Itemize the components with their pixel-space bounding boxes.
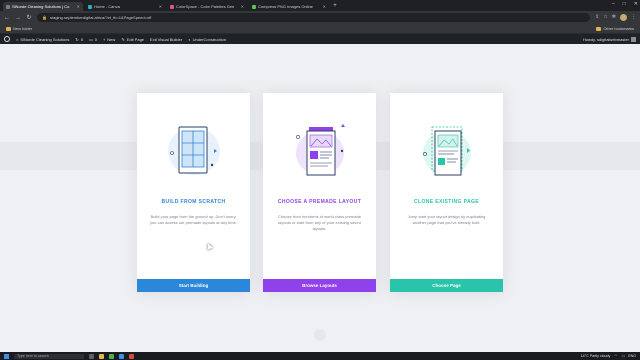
home-icon: ⌂ xyxy=(16,36,19,42)
taskbar-search-input[interactable]: Type here to search xyxy=(14,353,84,359)
browser-tab[interactable]: Compress PNG Images Online ✕ xyxy=(249,2,329,11)
chrome-icon[interactable] xyxy=(109,353,114,359)
card-title: CHOOSE A PREMADE LAYOUT xyxy=(277,199,362,205)
card-description: Choose from hundreds of world-class prem… xyxy=(277,214,362,232)
browser-tab[interactable]: Home - Canva ✕ xyxy=(85,2,165,11)
toolbar-icons: ⇪ ☆ ✲ ⋮ xyxy=(595,14,636,21)
clone-page-card[interactable]: CLONE EXISTING PAGE Jump start your layo… xyxy=(390,93,503,292)
card-description: Jump start your layout design by duplica… xyxy=(407,214,486,226)
browser-tab-strip: SiNorde Cleaning Solutions | Co ✕ Home -… xyxy=(0,0,640,11)
clone-page-illustration-icon xyxy=(422,126,471,176)
comments-count: 0 xyxy=(94,36,97,42)
volume-icon[interactable]: ◁ xyxy=(621,354,624,358)
forward-icon[interactable]: → xyxy=(15,15,21,21)
new-label: New xyxy=(107,36,116,42)
browser-tab[interactable]: SiNorde Cleaning Solutions | Co ✕ xyxy=(3,2,83,11)
bookmark-other[interactable]: Other bookmarks xyxy=(596,26,634,31)
edit-page-link[interactable]: ✎ Edit Page xyxy=(121,37,144,42)
favicon-icon xyxy=(6,4,10,9)
profile-avatar[interactable] xyxy=(620,14,627,21)
reload-icon[interactable]: ↻ xyxy=(26,14,32,21)
build-from-scratch-card[interactable]: BUILD FROM SCRATCH Build your page from … xyxy=(137,93,250,292)
favicon-icon xyxy=(88,4,92,9)
close-window-icon[interactable]: ✕ xyxy=(634,1,638,7)
faded-add-section-button xyxy=(314,329,326,341)
updates-link[interactable]: ↻ 5 xyxy=(75,37,83,42)
updates-count: 5 xyxy=(80,36,83,42)
blank-page-illustration-icon xyxy=(167,126,220,175)
lock-icon[interactable]: 🔒 xyxy=(42,15,47,20)
premade-layout-card[interactable]: CHOOSE A PREMADE LAYOUT Choose from hund… xyxy=(263,93,376,292)
start-building-button[interactable]: Start Building xyxy=(137,279,250,292)
edit-page-label: Edit Page xyxy=(126,36,145,42)
folder-icon xyxy=(6,26,11,31)
new-tab-button[interactable]: + xyxy=(331,2,339,11)
bookmarks-bar: New folder Other bookmarks xyxy=(0,24,640,34)
favicon-icon xyxy=(252,4,256,9)
updates-icon: ↻ xyxy=(75,36,79,42)
close-tab-icon[interactable]: ✕ xyxy=(159,4,162,9)
back-icon[interactable]: ← xyxy=(4,15,10,21)
browse-layouts-button[interactable]: Browse Layouts xyxy=(263,279,376,292)
exit-builder-link[interactable]: Exit Visual Builder xyxy=(150,37,182,42)
layout-pack-illustration-icon xyxy=(295,124,345,176)
maximize-icon[interactable]: □ xyxy=(623,1,626,7)
close-tab-icon[interactable]: ✕ xyxy=(77,4,80,9)
favicon-icon xyxy=(170,4,174,9)
bookmark-star-icon[interactable]: ☆ xyxy=(603,14,607,21)
wifi-icon[interactable]: ◠ xyxy=(614,354,617,358)
tab-title: SiNorde Cleaning Solutions | Co xyxy=(12,4,70,9)
wp-admin-bar: ⌂ SiNorde Cleaning Solutions ↻ 5 ▭ 0 + N… xyxy=(0,34,640,44)
browser-tab[interactable]: ColorSpace - Color Palettes Gen ✕ xyxy=(167,2,247,11)
os-taskbar: Type here to search 14°C Partly cloudy ◠… xyxy=(0,352,640,360)
account-menu[interactable]: Howdy, sdigitalwebmaster xyxy=(582,36,636,42)
under-construction-link[interactable]: ◐ UnderConstruction xyxy=(188,37,226,42)
language-indicator[interactable]: ENG xyxy=(628,354,636,358)
card-title: BUILD FROM SCRATCH xyxy=(161,199,226,205)
avatar xyxy=(631,36,636,42)
card-title: CLONE EXISTING PAGE xyxy=(413,199,479,205)
close-tab-icon[interactable]: ✕ xyxy=(241,4,244,9)
folder-icon xyxy=(596,26,602,31)
menu-icon[interactable]: ⋮ xyxy=(631,14,636,21)
wordpress-icon[interactable] xyxy=(4,36,10,42)
mail-icon[interactable] xyxy=(119,353,124,359)
site-name: SiNorde Cleaning Solutions xyxy=(20,36,70,42)
bookmark-label: Other bookmarks xyxy=(603,26,634,31)
bookmark-new-folder[interactable]: New folder xyxy=(6,26,32,31)
card-description: Build your page from the ground up. Don'… xyxy=(150,214,237,226)
under-construction-label: UnderConstruction xyxy=(192,36,226,42)
share-icon[interactable]: ⇪ xyxy=(595,14,599,21)
url-text: staging.septemberdigital.africa/?et_fb=1… xyxy=(49,15,152,20)
new-link[interactable]: + New xyxy=(103,37,115,42)
pencil-icon: ✎ xyxy=(121,36,125,42)
window-controls: – □ ✕ xyxy=(612,1,638,7)
minimize-icon[interactable]: – xyxy=(612,1,615,7)
construction-icon: ◐ xyxy=(188,36,191,42)
bookmark-label: New folder xyxy=(13,26,33,31)
windows-start-icon[interactable] xyxy=(4,353,9,359)
file-explorer-icon[interactable] xyxy=(99,353,104,359)
close-tab-icon[interactable]: ✕ xyxy=(323,4,326,9)
choose-page-button[interactable]: Choose Page xyxy=(390,279,503,292)
howdy-text: Howdy, sdigitalwebmaster xyxy=(582,36,629,42)
extensions-icon[interactable]: ✲ xyxy=(612,14,616,21)
browser-toolbar: ← → ↻ 🔒 staging.septemberdigital.africa/… xyxy=(0,11,640,24)
plus-icon: + xyxy=(102,36,106,42)
tab-title: Compress PNG Images Online xyxy=(258,4,313,9)
comment-icon: ▭ xyxy=(88,36,93,42)
builder-canvas: BUILD FROM SCRATCH Build your page from … xyxy=(0,44,640,352)
weather-text[interactable]: 14°C Partly cloudy xyxy=(581,354,611,358)
app-icon[interactable] xyxy=(129,353,134,359)
comments-link[interactable]: ▭ 0 xyxy=(89,37,97,42)
address-bar[interactable]: 🔒 staging.septemberdigital.africa/?et_fb… xyxy=(37,13,591,22)
site-name-link[interactable]: ⌂ SiNorde Cleaning Solutions xyxy=(16,37,69,42)
tab-title: Home - Canva xyxy=(94,4,120,9)
tab-title: ColorSpace - Color Palettes Gen xyxy=(176,4,235,9)
exit-builder-label: Exit Visual Builder xyxy=(150,36,183,42)
task-view-icon[interactable] xyxy=(89,353,94,359)
system-tray: 14°C Partly cloudy ◠ ◁ ENG xyxy=(581,354,636,358)
